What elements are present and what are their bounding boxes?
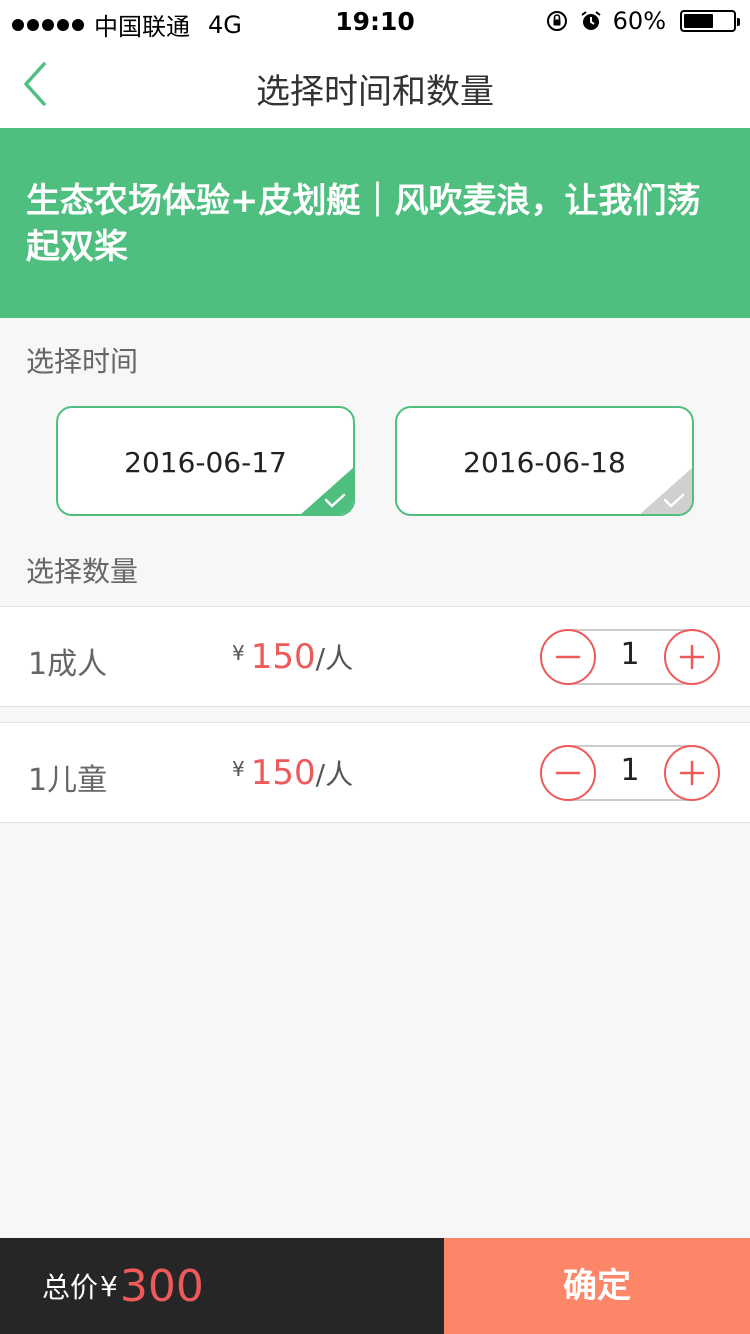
- alarm-icon: [581, 11, 601, 30]
- decrease-button[interactable]: [540, 745, 596, 801]
- date-option[interactable]: 2016-06-18: [395, 406, 694, 516]
- quantity-row-adult: 1成人 ¥ 150 /人 1: [0, 606, 750, 707]
- activity-banner: 生态农场体验+皮划艇｜风吹麦浪，让我们荡起双桨: [0, 128, 750, 318]
- select-time-label: 选择时间: [26, 345, 139, 378]
- date-option-selected[interactable]: 2016-06-17: [56, 406, 355, 516]
- activity-title: 生态农场体验+皮划艇｜风吹麦浪，让我们荡起双桨: [26, 181, 701, 267]
- total-label: 总价: [42, 1271, 99, 1304]
- quantity-stepper: 1: [540, 745, 720, 801]
- quantity-value[interactable]: 1: [596, 637, 664, 672]
- price-unit: /人: [315, 642, 354, 675]
- price-amount: 150: [250, 753, 316, 793]
- check-icon: [640, 467, 692, 514]
- increase-button[interactable]: [664, 745, 720, 801]
- total-price-area: 总价 ¥ 300: [0, 1238, 444, 1334]
- quantity-value[interactable]: 1: [596, 753, 664, 788]
- price-amount: 150: [250, 637, 316, 677]
- nav-bar: 选择时间和数量: [0, 40, 750, 128]
- status-right: 60%: [545, 7, 740, 35]
- decrease-button[interactable]: [540, 629, 596, 685]
- total-amount: 300: [119, 1260, 204, 1312]
- bottom-bar: 总价 ¥ 300 确定: [0, 1238, 750, 1334]
- check-icon: [301, 467, 353, 514]
- minus-icon: [555, 771, 581, 775]
- status-bar: 中国联通 4G 19:10 60%: [0, 0, 750, 41]
- currency-symbol: ¥: [100, 1269, 118, 1303]
- ticket-type-label: 1成人: [28, 647, 108, 682]
- quantity-stepper: 1: [540, 629, 720, 685]
- battery-fill: [684, 14, 713, 28]
- ticket-price: ¥ 150 /人: [232, 637, 353, 677]
- ticket-type-label: 1儿童: [28, 763, 108, 798]
- page-title: 选择时间和数量: [256, 72, 494, 112]
- price-unit: /人: [315, 758, 354, 791]
- plus-icon: [679, 760, 705, 786]
- ticket-price: ¥ 150 /人: [232, 753, 353, 793]
- minus-icon: [555, 655, 581, 659]
- currency-symbol: ¥: [232, 757, 245, 781]
- currency-symbol: ¥: [232, 641, 245, 665]
- battery-percent: 60%: [612, 7, 666, 35]
- confirm-button[interactable]: 确定: [444, 1238, 750, 1334]
- orientation-lock-icon: [546, 11, 567, 31]
- select-quantity-label: 选择数量: [26, 555, 139, 588]
- battery-icon: [680, 10, 740, 32]
- quantity-row-child: 1儿童 ¥ 150 /人 1: [0, 722, 750, 823]
- plus-icon: [679, 644, 705, 670]
- increase-button[interactable]: [664, 629, 720, 685]
